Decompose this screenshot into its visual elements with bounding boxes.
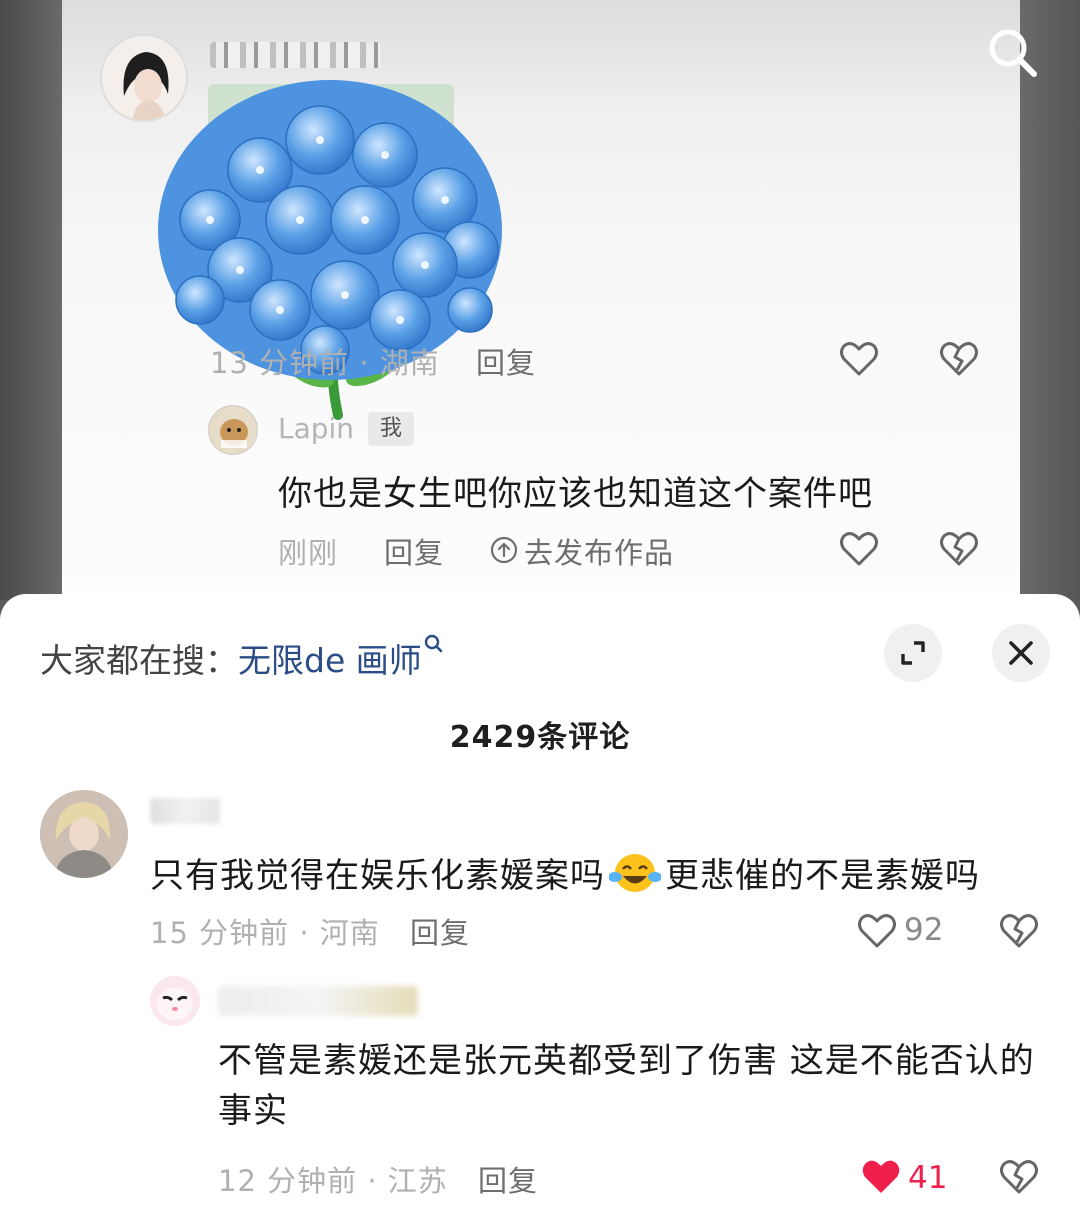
tears-of-joy-emoji [609,854,661,892]
close-button[interactable] [992,624,1050,682]
publish-work-button[interactable]: 去发布作品 [524,530,674,572]
upload-icon [490,536,518,564]
reply-button[interactable]: 回复 [410,910,470,952]
avatar[interactable] [150,976,200,1026]
avatar[interactable] [40,790,128,878]
hot-search-keyword[interactable]: 无限de 画师 [238,641,422,680]
me-badge: 我 [368,412,414,446]
heart-icon[interactable] [856,910,898,952]
username-blurred [218,986,418,1016]
comment-count: 2429条评论 [449,720,631,755]
comment-time-location: 15 分钟前 · 河南 [150,916,380,950]
expand-button[interactable] [884,624,942,682]
heart-icon-liked[interactable] [860,1156,902,1198]
dislike-icon[interactable] [938,338,980,380]
avatar[interactable] [208,405,258,455]
reply-button[interactable]: 回复 [476,340,536,382]
heart-icon[interactable] [838,338,880,380]
username[interactable]: Lapin [278,412,354,445]
comment-text-part: 更悲催的不是素媛吗 [665,856,980,896]
expand-icon [901,641,925,665]
close-icon [1009,641,1033,665]
username-blurred [150,798,220,824]
dislike-icon[interactable] [938,528,980,570]
like-count: 92 [904,912,944,948]
like-count: 41 [908,1160,948,1196]
username-blurred [210,42,380,68]
hot-search-prefix: 大家都在搜： [40,641,238,680]
comment-time-location: 13 分钟前 · 湖南 [210,346,440,380]
hot-search[interactable]: 大家都在搜：无限de 画师 [40,634,444,682]
comment-text: 只有我觉得在娱乐化素媛案吗 更悲催的不是素媛吗 [150,848,980,897]
search-icon [424,634,443,653]
search-icon[interactable] [982,22,1042,82]
reply-text: 你也是女生吧你应该也知道这个案件吧 [278,474,873,514]
reply-time: 刚刚 [278,536,339,570]
background-left [0,0,62,600]
dislike-icon[interactable] [998,910,1040,952]
dislike-icon[interactable] [998,1156,1040,1198]
reply-button[interactable]: 回复 [384,530,444,572]
reply-text: 不管是素媛还是张元英都受到了伤害 这是不能否认的事实 [218,1041,1035,1131]
comment-text-part: 只有我觉得在娱乐化素媛案吗 [150,856,605,896]
reply-button[interactable]: 回复 [478,1158,538,1200]
heart-icon[interactable] [838,528,880,570]
comment-time-location: 12 分钟前 · 江苏 [218,1164,448,1198]
background-right [1020,0,1080,600]
